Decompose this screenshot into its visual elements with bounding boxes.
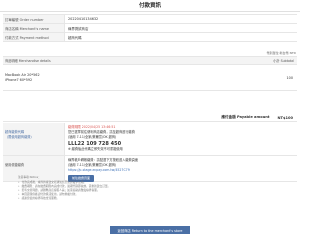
order-number-row: 訂單編號 Order number 20220410134632 [3, 15, 297, 24]
payment-method-label: 付款方式 Payment method [3, 33, 65, 41]
currency-unit-note: 幣別單位:新台幣 NTD [266, 51, 296, 55]
store-code-label-cell: 超商繳費代碼 （限使用超商繳費） [3, 123, 65, 155]
payment-method-value: 超商代碼 [68, 35, 82, 40]
merchandise-subtotal: 100 [286, 75, 293, 80]
subtotal-header-label: 小計 Subtotal [273, 59, 294, 63]
merchandise-name-2: iPhone7 60*592 [5, 77, 33, 82]
store-code-sublabel: （限使用超商繳費） [5, 135, 34, 139]
merchandise-header-label: 商品明細 Merchandise details [5, 59, 51, 63]
notice-section: 注意事項 Notice： 付款完成後，綠界將寄送交易通知信至您的電子信箱。 繳費… [18, 175, 282, 200]
page-title: 付款資訊 [0, 0, 300, 12]
store-code-details: 繳費期限 2022/04/25 13:46:51 您已選擇前往便利商店繳費，請至… [65, 123, 297, 155]
notice-item: 感謝您使用綠界科技金流服務。 [18, 196, 282, 200]
merchant-name-row: 商店名稱 Merchant's name 綠界測試商店 [3, 24, 297, 33]
merchant-name-label: 商店名稱 Merchant's name [3, 24, 65, 32]
convenience-store-code-row: 超商繳費代碼 （限使用超商繳費） 繳費期限 2022/04/25 13:46:5… [3, 123, 297, 156]
merchandise-names: MacBook Air 20*562 iPhone7 60*592 [5, 73, 40, 83]
quick-pay-link[interactable]: https://p-stage.ecpay.com.tw/4527C79 [68, 168, 130, 173]
notice-list: 付款完成後，綠界將寄送交易通知信至您的電子信箱。 繳費期限：請在繳費期限內完成付… [18, 180, 282, 200]
payable-amount-label: 應付金額 Payable amount [221, 115, 270, 119]
order-number-label: 訂單編號 Order number [3, 15, 65, 23]
merchandise-table: 商品明細 Merchandise details 小計 Subtotal Mac… [3, 56, 297, 91]
order-info-table: 訂單編號 Order number 20220410134632 商店名稱 Me… [3, 14, 297, 42]
merchandise-header: 商品明細 Merchandise details 小計 Subtotal [3, 57, 297, 65]
merchant-name-value: 綠界測試商店 [68, 26, 89, 31]
payable-amount-value: NT$100 [277, 115, 293, 120]
payment-info-page: 付款資訊 訂單編號 Order number 20220410134632 商店… [0, 0, 300, 240]
store-instruction-3: ※ 繳費後此代碼立即失效不可重複使用 [68, 146, 123, 151]
order-number-value: 20220410134632 [68, 17, 99, 21]
notice-title: 注意事項 Notice： [18, 175, 41, 179]
merchandise-name-1: MacBook Air 20*562 [5, 72, 40, 77]
merchandise-row: MacBook Air 20*562 iPhone7 60*592 100 [3, 65, 297, 91]
payment-code-table: 超商繳費代碼 （限使用超商繳費） 繳費期限 2022/04/25 13:46:5… [3, 123, 297, 182]
return-to-store-button[interactable]: 返回商店 Return to the merchant's store [110, 226, 190, 234]
payable-amount-row: 應付金額 Payable amount NT$100 [3, 114, 297, 122]
payment-method-row: 付款方式 Payment method 超商代碼 [3, 33, 297, 42]
